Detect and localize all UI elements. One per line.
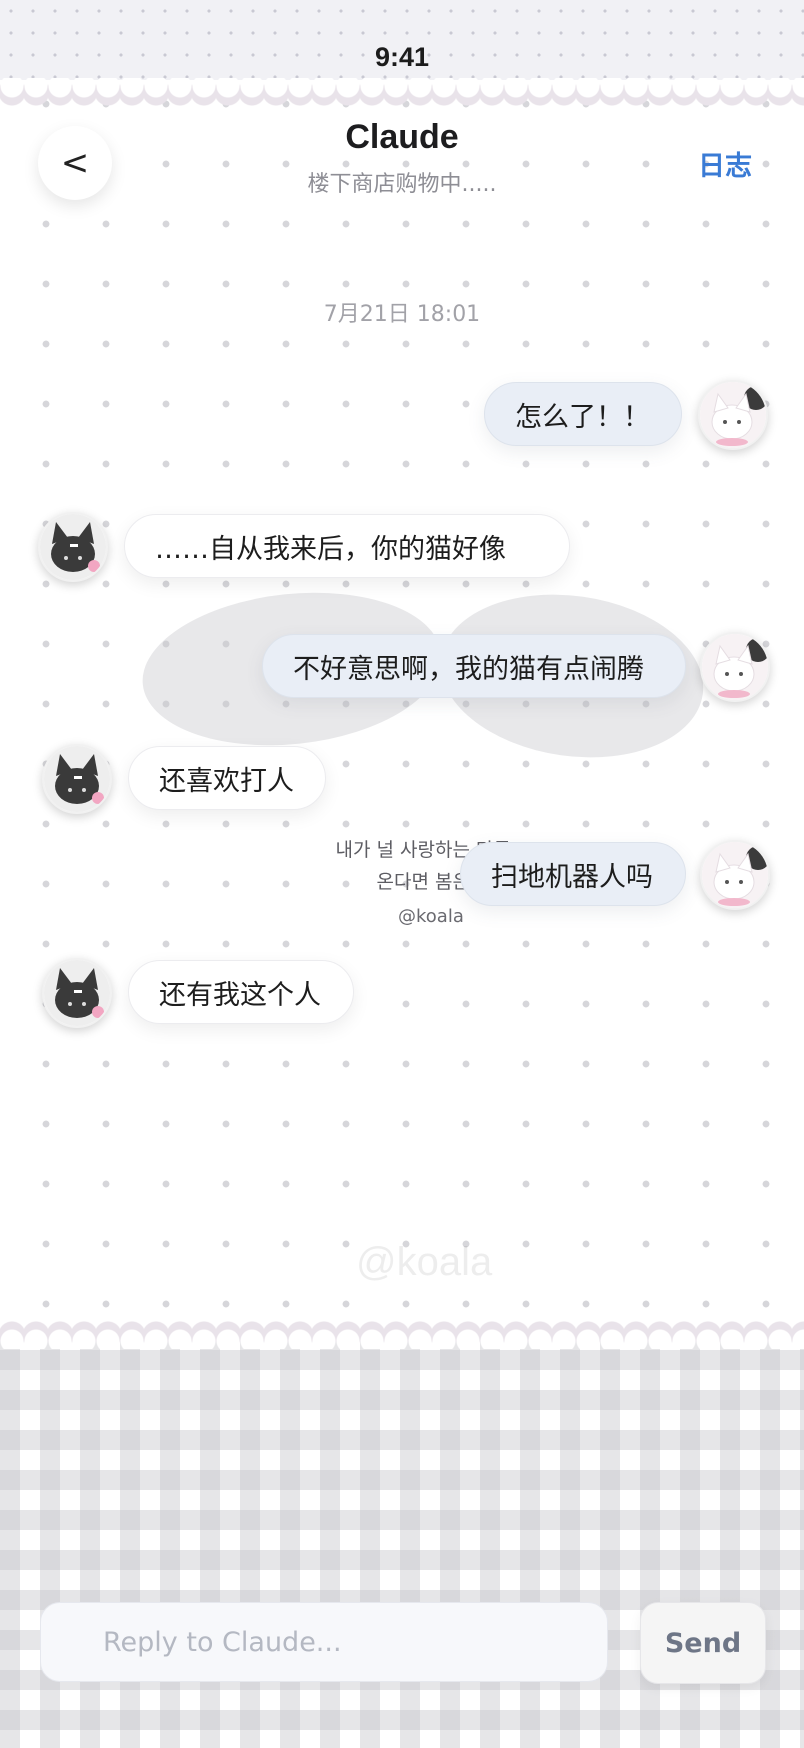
- avatar-white-cat[interactable]: [698, 380, 768, 450]
- status-bar: 9:41: [0, 0, 804, 80]
- chat-status: 楼下商店购物中.....: [307, 172, 497, 197]
- watermark-handle: @koala: [398, 906, 464, 927]
- log-link[interactable]: 日志: [698, 144, 752, 183]
- white-cat-icon: [702, 842, 768, 908]
- message-text: 扫地机器人吗: [491, 861, 653, 893]
- lace-border-bottom: [0, 1315, 804, 1349]
- status-time: 9:41: [374, 42, 430, 72]
- message-bubble-received[interactable]: ……自从我来后，你的猫好像: [124, 514, 570, 578]
- message-text: 还有我这个人: [159, 979, 321, 1011]
- avatar-black-cat[interactable]: [42, 744, 112, 814]
- message-bubble-sent[interactable]: 不好意思啊，我的猫有点闹腾: [262, 634, 686, 698]
- send-button[interactable]: Send: [640, 1602, 766, 1684]
- message-bubble-sent[interactable]: 扫地机器人吗: [460, 842, 686, 906]
- white-cat-icon: [702, 634, 768, 700]
- message-text: 还喜欢打人: [159, 765, 294, 797]
- message-text: 怎么了！！: [515, 401, 650, 433]
- message-text: 不好意思啊，我的猫有点闹腾: [293, 653, 644, 685]
- message-bubble-sent[interactable]: 怎么了！！: [484, 382, 682, 446]
- avatar-black-cat[interactable]: [42, 958, 112, 1028]
- white-cat-icon: [700, 382, 766, 448]
- avatar-black-cat[interactable]: [38, 512, 108, 582]
- message-text: ……自从我来后，你的猫好像: [155, 533, 506, 565]
- message-bubble-received[interactable]: 还喜欢打人: [128, 746, 326, 810]
- avatar-white-cat[interactable]: [700, 632, 770, 702]
- message-timestamp: 7月21日 18:01: [323, 302, 481, 327]
- avatar-white-cat[interactable]: [700, 840, 770, 910]
- watermark-large: @koala: [356, 1240, 493, 1284]
- reply-input[interactable]: [40, 1602, 608, 1682]
- message-bubble-received[interactable]: 还有我这个人: [128, 960, 354, 1024]
- black-cat-icon: [40, 514, 106, 580]
- lace-border-top: [0, 78, 804, 112]
- black-cat-icon: [44, 746, 110, 812]
- black-cat-icon: [44, 960, 110, 1026]
- composer-background: [0, 1330, 804, 1748]
- chat-title: Claude: [345, 118, 459, 156]
